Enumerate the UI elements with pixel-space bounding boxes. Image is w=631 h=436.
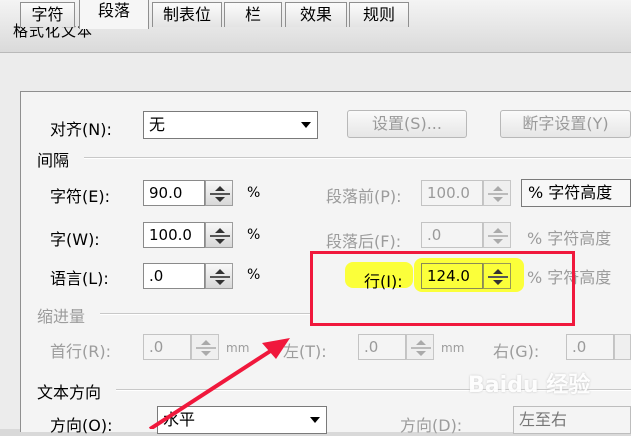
format-text-dialog: 格式化文本 字符 段落 制表位 栏 效果 规则 对齐(N): 无 设置(S)..…: [0, 0, 631, 435]
arrow-shaft: [148, 348, 274, 429]
baidu-watermark: Baidu 经验: [468, 373, 591, 398]
annotation-arrow: [148, 338, 290, 429]
tab-paragraph[interactable]: 段落: [79, 0, 149, 29]
